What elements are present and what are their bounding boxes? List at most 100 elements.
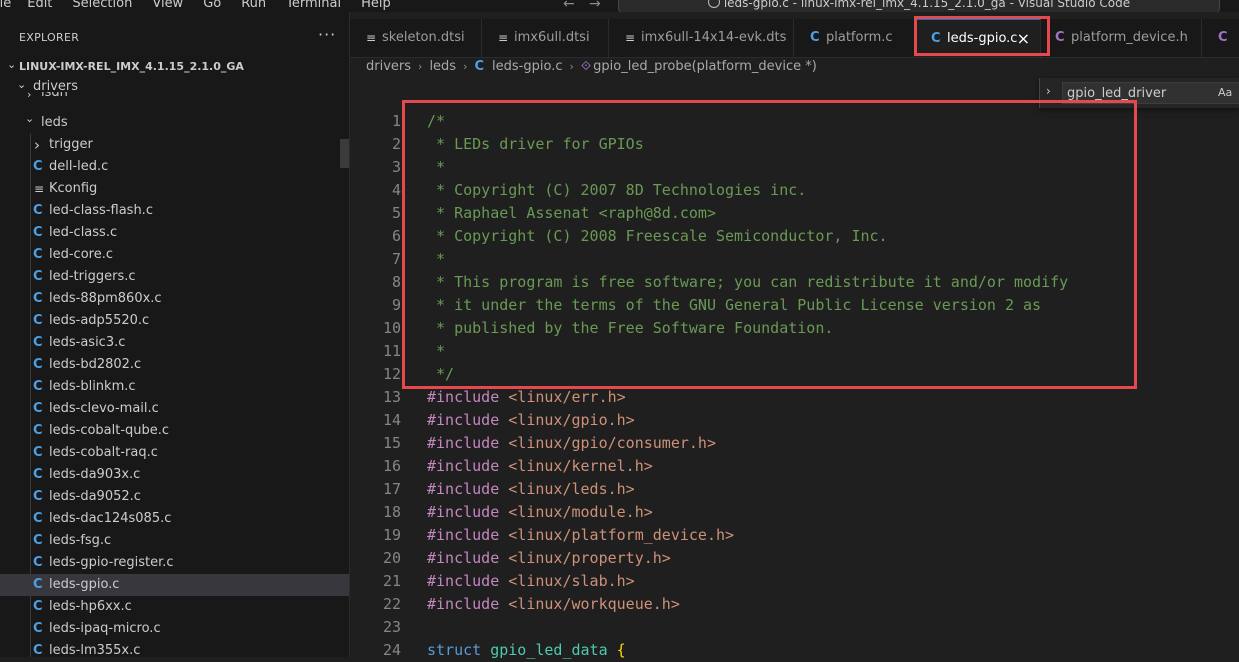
tree-file[interactable]: Cleds-clevo-mail.c [0, 398, 349, 420]
back-arrow-icon[interactable]: ← [563, 0, 575, 12]
tree-file[interactable]: Cleds-hp6xx.c [0, 596, 349, 618]
code-text: #include <linux/gpio/consumer.h> [427, 432, 716, 455]
tree-file[interactable]: Cled-triggers.c [0, 266, 349, 288]
tree-file[interactable]: Cleds-lm355x.c [0, 640, 349, 657]
tree-file[interactable]: Cled-core.c [0, 244, 349, 266]
method-cube-icon: ⟐ [580, 59, 592, 74]
line-number: 10 [382, 319, 401, 337]
line-number: 23 [382, 618, 401, 636]
c-file-icon: C [33, 489, 43, 504]
line-number: 24 [382, 641, 401, 659]
code-line: 18 #include <linux/module.h> [350, 501, 1239, 524]
include-path: <linux/slab.h> [508, 572, 635, 590]
tree-label: leds-fsg.c [49, 533, 112, 548]
tree-file[interactable]: Cleds-fsg.c [0, 530, 349, 552]
tree-file[interactable]: Cleds-da903x.c [0, 464, 349, 486]
tree-folder-leds[interactable]: ⌄ leds [0, 112, 349, 134]
breadcrumb-symbol[interactable]: gpio_led_probe(platform_device *) [593, 58, 817, 76]
chevron-down-icon: ⌄ [7, 58, 17, 71]
preprocessor-directive: #include [427, 388, 500, 406]
tab-bar: ≡ skeleton.dtsi ≡ imx6ull.dtsi ≡ imx6ull… [350, 19, 1239, 58]
code-line: 16 #include <linux/kernel.h> [350, 455, 1239, 478]
tree-label: leds-hp6xx.c [49, 599, 132, 614]
tab-imx6ull-evk-dts[interactable]: ≡ imx6ull-14x14-evk.dts [609, 19, 794, 57]
breadcrumb: drivers › leds › C leds-gpio.c › ⟐ gpio_… [366, 58, 817, 76]
include-path: <linux/kernel.h> [508, 457, 653, 475]
c-file-icon: C [33, 577, 43, 592]
tree-label: trigger [49, 137, 93, 152]
tree-file[interactable]: Cleds-blinkm.c [0, 376, 349, 398]
c-file-icon: C [33, 203, 43, 218]
tree-file[interactable]: Cleds-gpio-register.c [0, 552, 349, 574]
preprocessor-directive: #include [427, 457, 500, 475]
preprocessor-directive: #include [427, 411, 500, 429]
menu-edit[interactable]: Edit [27, 0, 52, 12]
sidebar-scrollbar[interactable] [340, 139, 349, 168]
tree-file[interactable]: Cleds-asic3.c [0, 332, 349, 354]
tree-file[interactable]: Cled-class.c [0, 222, 349, 244]
forward-arrow-icon[interactable]: → [589, 0, 601, 12]
tab-skeleton-dtsi[interactable]: ≡ skeleton.dtsi [350, 19, 482, 57]
tab-more[interactable]: C [1202, 19, 1239, 57]
include-path: <linux/gpio/consumer.h> [508, 434, 716, 452]
tree-file[interactable]: Cleds-88pm860x.c [0, 288, 349, 310]
tree-file[interactable]: Cdell-led.c [0, 156, 349, 178]
match-case-toggle[interactable]: Aa [1218, 86, 1232, 99]
tab-label: imx6ull.dtsi [514, 30, 590, 45]
tree-file[interactable]: Cleds-cobalt-qube.c [0, 420, 349, 442]
tab-imx6ull-dtsi[interactable]: ≡ imx6ull.dtsi [482, 19, 609, 57]
line-number: 7 [391, 250, 401, 268]
c-file-icon: C [33, 269, 43, 284]
annotation-box-active-tab [914, 16, 1050, 56]
c-file-icon: C [33, 533, 43, 548]
code-line: 22 #include <linux/workqueue.h> [350, 593, 1239, 616]
tree-file[interactable]: Cleds-bd2802.c [0, 354, 349, 376]
tree-file[interactable]: Cleds-gpio.c [0, 574, 349, 596]
breadcrumb-leds[interactable]: leds [429, 58, 456, 76]
preprocessor-directive: #include [427, 549, 500, 567]
line-number: 4 [391, 181, 401, 199]
menu-go[interactable]: Go [203, 0, 221, 12]
brace: { [616, 641, 626, 659]
menu-file[interactable]: ile [0, 0, 11, 12]
tree-folder-isdn[interactable]: › isdn [0, 92, 349, 102]
tree-label: led-triggers.c [49, 269, 136, 284]
tab-platform-device-h[interactable]: C platform_device.h [1041, 19, 1202, 57]
include-path: <linux/workqueue.h> [508, 595, 680, 613]
tree-file[interactable]: Cleds-adp5520.c [0, 310, 349, 332]
tree-file[interactable]: ≡ Kconfig [0, 178, 349, 200]
menu-terminal[interactable]: Terminal [286, 0, 341, 12]
tree-file[interactable]: Cleds-ipaq-micro.c [0, 618, 349, 640]
tab-label: skeleton.dtsi [382, 30, 465, 45]
menu-help[interactable]: Help [361, 0, 391, 12]
include-path: <linux/err.h> [508, 388, 626, 406]
chevron-down-icon: ⌄ [25, 112, 35, 125]
breadcrumb-drivers[interactable]: drivers [366, 58, 411, 76]
menu-run[interactable]: Run [241, 0, 266, 12]
more-actions-icon[interactable]: ··· [318, 25, 336, 44]
tree-label: leds-dac124s085.c [49, 511, 172, 526]
tree-label: leds-asic3.c [49, 335, 126, 350]
command-center[interactable]: leds-gpio.c - linux-imx-rel_imx_4.1.15_2… [618, 0, 1220, 12]
code-text: #include <linux/property.h> [427, 547, 671, 570]
tab-platform-c[interactable]: C platform.c [794, 19, 915, 57]
tree-file[interactable]: Cleds-dac124s085.c [0, 508, 349, 530]
tree-file[interactable]: Cled-class-flash.c [0, 200, 349, 222]
menu-view[interactable]: View [152, 0, 183, 12]
workspace-folder[interactable]: ⌄ LINUX-IMX-REL_IMX_4.1.15_2.1.0_GA [0, 57, 349, 77]
file-lines-icon: ≡ [498, 31, 509, 45]
tree-folder-trigger[interactable]: › trigger [0, 134, 349, 156]
tree-file[interactable]: Cleds-da9052.c [0, 486, 349, 508]
line-number: 9 [391, 296, 401, 314]
breadcrumb-file[interactable]: leds-gpio.c [492, 58, 562, 76]
tree-file[interactable]: Cleds-cobalt-raq.c [0, 442, 349, 464]
tree-label: leds-da9052.c [49, 489, 141, 504]
line-number: 11 [382, 342, 401, 360]
menu-selection[interactable]: Selection [72, 0, 132, 12]
file-lines-icon: ≡ [366, 31, 377, 45]
c-file-icon: C [33, 291, 43, 306]
toggle-replace-icon[interactable]: › [1046, 84, 1051, 98]
preprocessor-directive: #include [427, 434, 500, 452]
c-header-icon: C [1218, 30, 1228, 45]
title-bar: ile Edit Selection View Go Run Terminal … [0, 0, 1239, 12]
